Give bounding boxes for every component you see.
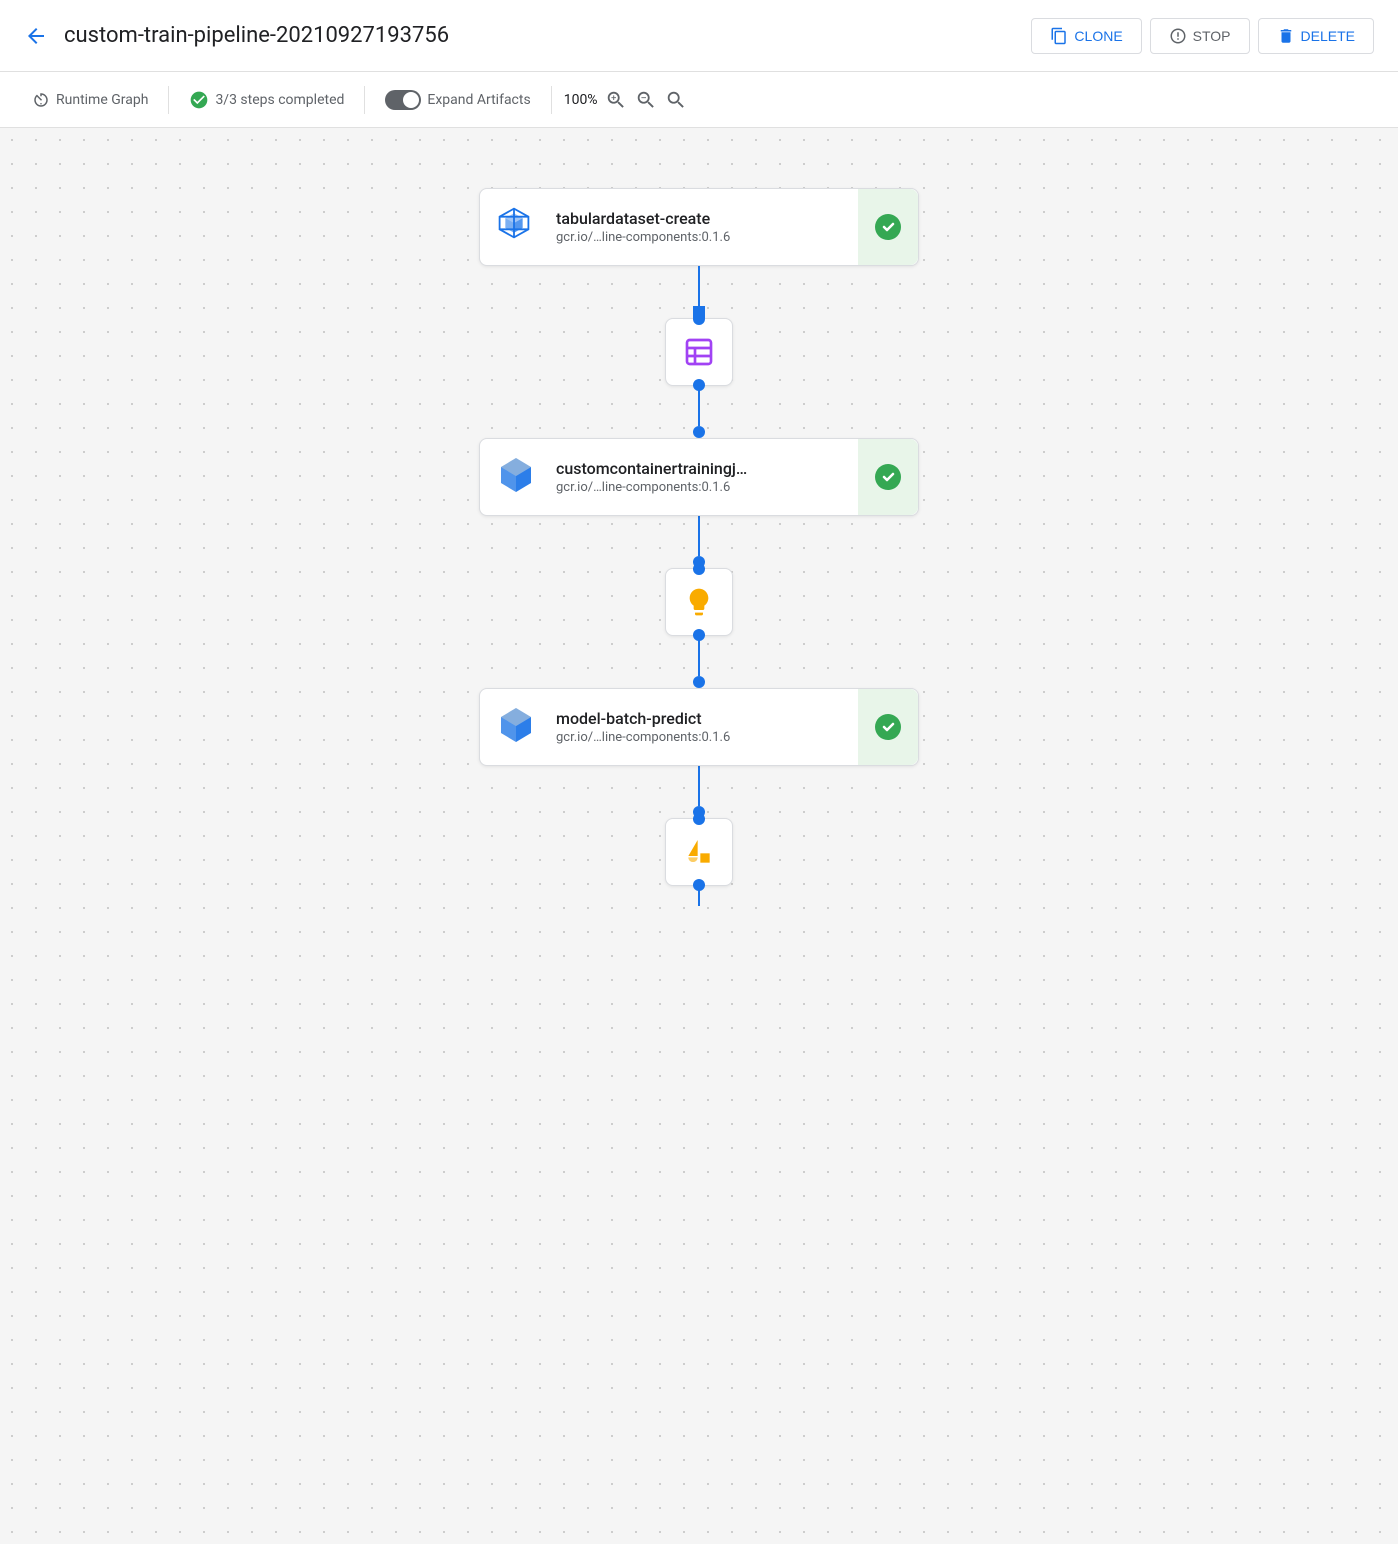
expand-artifacts-label: Expand Artifacts xyxy=(427,92,530,108)
pipeline-canvas[interactable]: tabulardataset-create gcr.io/…line-compo… xyxy=(0,128,1398,1544)
page-title: custom-train-pipeline-20210927193756 xyxy=(64,23,1031,48)
node-subtitle-1: gcr.io/…line-components:0.1.6 xyxy=(556,230,902,245)
connector-2 xyxy=(693,386,705,438)
node-tabulardataset-create[interactable]: tabulardataset-create gcr.io/…line-compo… xyxy=(479,188,919,266)
pipeline-container: tabulardataset-create gcr.io/…line-compo… xyxy=(469,188,929,906)
header-actions: CLONE STOP DELETE xyxy=(1031,18,1374,54)
zoom-out-button[interactable] xyxy=(632,86,660,114)
dot-3 xyxy=(693,556,705,568)
toolbar-divider-2 xyxy=(364,86,365,114)
clone-button[interactable]: CLONE xyxy=(1031,18,1141,54)
connector-1 xyxy=(693,266,705,318)
zoom-level: 100% xyxy=(564,92,598,108)
node-status-1 xyxy=(858,189,918,265)
artifact-dot-bottom-1 xyxy=(693,379,705,391)
expand-artifacts-item[interactable]: Expand Artifacts xyxy=(373,84,542,116)
page-header: custom-train-pipeline-20210927193756 CLO… xyxy=(0,0,1398,72)
zoom-controls xyxy=(602,86,690,114)
line-2 xyxy=(698,386,700,426)
node-name-1: tabulardataset-create xyxy=(556,209,902,228)
connector-5 xyxy=(693,766,705,818)
node-icon-1 xyxy=(496,205,540,249)
zoom-reset-button[interactable] xyxy=(662,86,690,114)
node-icon-2 xyxy=(496,455,540,499)
artifact-node-shapes[interactable] xyxy=(665,818,733,886)
dot-1 xyxy=(693,306,705,318)
node-info-2: customcontainertrainingj… gcr.io/…line-c… xyxy=(556,459,902,495)
steps-completed-label: 3/3 steps completed xyxy=(215,92,344,108)
artifact-dot-bottom-3 xyxy=(693,879,705,891)
connector-3 xyxy=(693,516,705,568)
node-status-2 xyxy=(858,439,918,515)
dot-5 xyxy=(693,806,705,818)
stop-label: STOP xyxy=(1193,28,1231,44)
dot-2 xyxy=(693,426,705,438)
node-subtitle-3: gcr.io/…line-components:0.1.6 xyxy=(556,730,902,745)
expand-artifacts-toggle[interactable] xyxy=(385,90,421,110)
dot-4 xyxy=(693,676,705,688)
node-status-3 xyxy=(858,689,918,765)
toolbar-divider-3 xyxy=(551,86,552,114)
node-name-2: customcontainertrainingj… xyxy=(556,459,902,478)
line-4 xyxy=(698,636,700,676)
lightbulb-icon xyxy=(683,586,715,618)
back-button[interactable] xyxy=(24,24,48,48)
node-customcontainer[interactable]: customcontainertrainingj… gcr.io/…line-c… xyxy=(479,438,919,516)
stop-button[interactable]: STOP xyxy=(1150,18,1250,54)
node-info-3: model-batch-predict gcr.io/…line-compone… xyxy=(556,709,902,745)
line-1 xyxy=(698,266,700,306)
line-3 xyxy=(698,516,700,556)
node-icon-3 xyxy=(496,705,540,749)
node-name-3: model-batch-predict xyxy=(556,709,902,728)
artifact-dot-bottom-2 xyxy=(693,629,705,641)
delete-button[interactable]: DELETE xyxy=(1258,18,1374,54)
table-icon xyxy=(683,336,715,368)
node-info-1: tabulardataset-create gcr.io/…line-compo… xyxy=(556,209,902,245)
line-5 xyxy=(698,766,700,806)
node-subtitle-2: gcr.io/…line-components:0.1.6 xyxy=(556,480,902,495)
delete-label: DELETE xyxy=(1301,28,1355,44)
artifact-node-lightbulb[interactable] xyxy=(665,568,733,636)
shapes-icon xyxy=(683,836,715,868)
connector-4 xyxy=(693,636,705,688)
artifact-node-table[interactable] xyxy=(665,318,733,386)
runtime-graph-item[interactable]: Runtime Graph xyxy=(20,85,160,115)
toolbar-divider-1 xyxy=(168,86,169,114)
toolbar: Runtime Graph 3/3 steps completed Expand… xyxy=(0,72,1398,128)
clone-label: CLONE xyxy=(1074,28,1122,44)
node-model-batch-predict[interactable]: model-batch-predict gcr.io/…line-compone… xyxy=(479,688,919,766)
steps-completed-item: 3/3 steps completed xyxy=(177,84,356,116)
runtime-graph-label: Runtime Graph xyxy=(56,92,148,108)
zoom-in-button[interactable] xyxy=(602,86,630,114)
